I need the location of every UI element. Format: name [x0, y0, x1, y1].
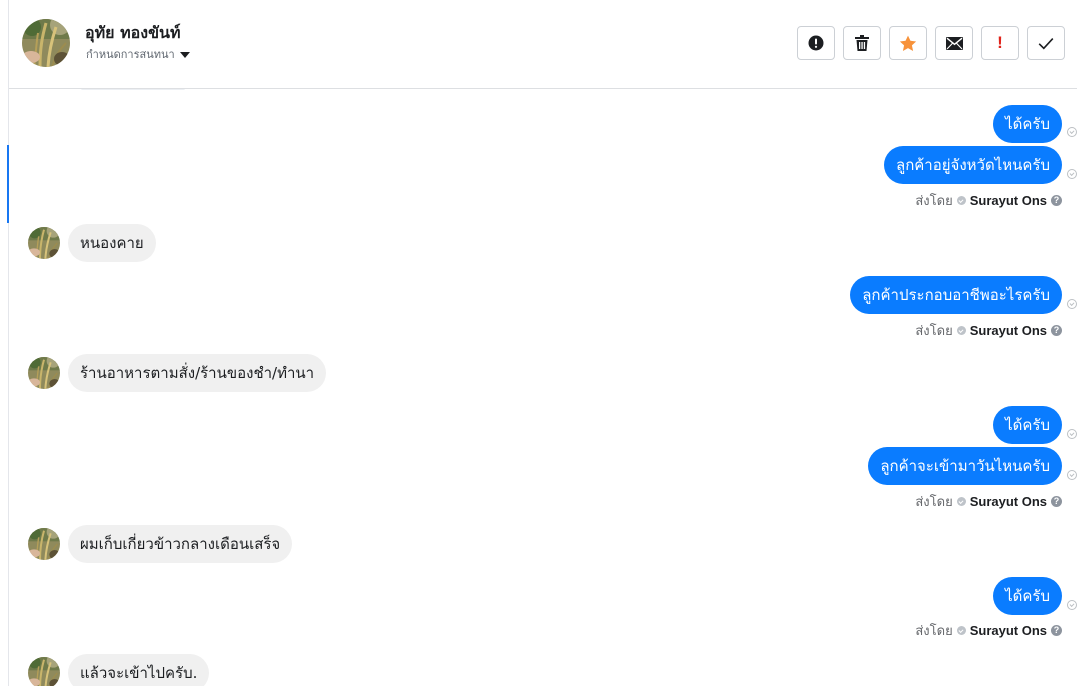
sent-by-label: ส่งโดย: [915, 324, 953, 339]
sent-by-label: ส่งโดย: [915, 495, 953, 510]
agent-name[interactable]: Surayut Ons: [970, 494, 1047, 509]
follow-up-button[interactable]: !: [981, 26, 1019, 60]
sent-by-label: ส่งโดย: [915, 194, 953, 209]
envelope-icon: [945, 36, 963, 50]
contact-avatar-small[interactable]: [28, 528, 60, 560]
verified-check-icon: [956, 626, 966, 635]
outgoing-message[interactable]: ลูกค้าจะเข้ามาวันไหนครับ: [868, 447, 1062, 485]
assign-conversation-label: กำหนดการสนทนา: [86, 48, 175, 61]
seen-icon: [1067, 470, 1077, 480]
seen-icon: [1067, 169, 1077, 179]
sent-by-label: ส่งโดย: [915, 624, 953, 639]
seen-icon: [1067, 299, 1077, 309]
outgoing-message[interactable]: ลูกค้าประกอบอาชีพอะไรครับ: [850, 276, 1062, 314]
incoming-message[interactable]: ร้านอาหารตามสั่ง/ร้านของชำ/ทำนา: [68, 354, 327, 392]
header-actions: !: [797, 26, 1065, 60]
contact-avatar[interactable]: [22, 19, 70, 67]
verified-check-icon: [956, 497, 966, 506]
mark-unread-button[interactable]: [935, 26, 973, 60]
conversation-header: อุทัย ทองขันท์ กำหนดการสนทนา !: [9, 0, 1077, 89]
contact-avatar-small[interactable]: [28, 227, 60, 259]
clipped-message-remnant: [81, 89, 185, 90]
verified-check-icon: [956, 196, 966, 205]
help-icon[interactable]: ?: [1051, 195, 1062, 206]
seen-icon: [1067, 429, 1077, 439]
alert-circle-icon: [808, 35, 824, 51]
incoming-message-row: หนองคาย: [28, 224, 156, 262]
agent-name[interactable]: Surayut Ons: [970, 323, 1047, 338]
incoming-message[interactable]: หนองคาย: [68, 224, 156, 262]
mark-done-button[interactable]: [1027, 26, 1065, 60]
outgoing-message[interactable]: ได้ครับ: [993, 577, 1062, 615]
contact-avatar-small[interactable]: [28, 657, 60, 686]
incoming-message[interactable]: แล้วจะเข้าไปครับ.: [68, 654, 210, 686]
seen-icon: [1067, 127, 1077, 137]
sent-by-info: ส่งโดย Surayut Ons ?: [915, 620, 1062, 641]
agent-name[interactable]: Surayut Ons: [970, 193, 1047, 208]
incoming-message[interactable]: ผมเก็บเกี่ยวข้าวกลางเดือนเสร็จ: [68, 525, 293, 563]
sent-by-info: ส่งโดย Surayut Ons ?: [915, 320, 1062, 341]
star-button[interactable]: [889, 26, 927, 60]
sent-by-info: ส่งโดย Surayut Ons ?: [915, 491, 1062, 512]
sent-by-info: ส่งโดย Surayut Ons ?: [915, 190, 1062, 211]
verified-check-icon: [956, 326, 966, 335]
contact-avatar-small[interactable]: [28, 357, 60, 389]
trash-icon: [855, 35, 869, 51]
agent-name[interactable]: Surayut Ons: [970, 623, 1047, 638]
incoming-message-row: ร้านอาหารตามสั่ง/ร้านของชำ/ทำนา: [28, 354, 327, 392]
incoming-message-row: แล้วจะเข้าไปครับ.: [28, 654, 210, 686]
help-icon[interactable]: ?: [1051, 325, 1062, 336]
delete-button[interactable]: [843, 26, 881, 60]
check-icon: [1038, 37, 1054, 49]
assign-conversation-dropdown[interactable]: กำหนดการสนทนา: [86, 45, 190, 63]
outgoing-message[interactable]: ได้ครับ: [993, 406, 1062, 444]
mark-spam-button[interactable]: [797, 26, 835, 60]
outgoing-message[interactable]: ได้ครับ: [993, 105, 1062, 143]
caret-down-icon: [179, 51, 190, 58]
outgoing-message[interactable]: ลูกค้าอยู่จังหวัดไหนครับ: [884, 146, 1062, 184]
contact-name[interactable]: อุทัย ทองขันท์: [85, 21, 181, 46]
help-icon[interactable]: ?: [1051, 625, 1062, 636]
seen-icon: [1067, 600, 1077, 610]
help-icon[interactable]: ?: [1051, 496, 1062, 507]
exclamation-icon: !: [997, 33, 1003, 52]
message-thread[interactable]: ได้ครับ ลูกค้าอยู่จังหวัดไหนครับ ส่งโดย …: [9, 89, 1077, 686]
incoming-message-row: ผมเก็บเกี่ยวข้าวกลางเดือนเสร็จ: [28, 525, 293, 563]
star-icon: [899, 35, 917, 51]
